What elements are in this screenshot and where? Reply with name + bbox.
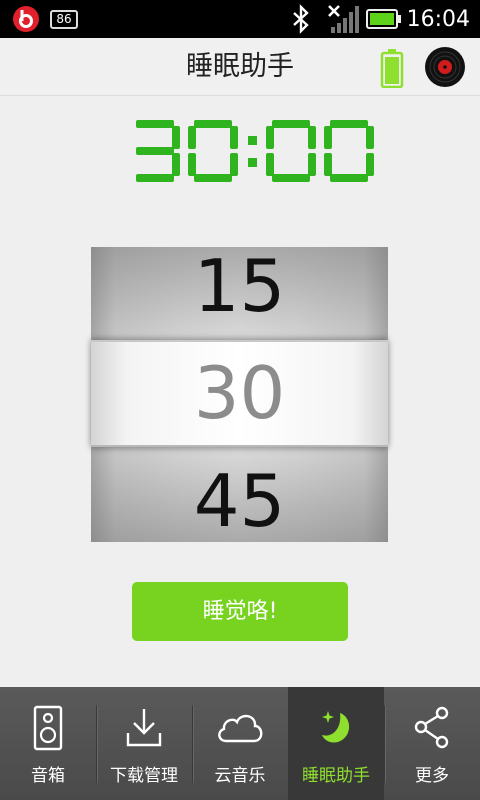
timer-digit-3-segment-c [308, 153, 316, 176]
battery-badge-icon: 86 [50, 0, 78, 38]
timer-digit-4-segment-a [330, 120, 368, 128]
nav-item-more[interactable]: 更多 [384, 687, 480, 800]
timer-colon-dot [248, 158, 257, 167]
picker-option-selected[interactable]: 30 [91, 340, 388, 447]
timer-digit-0-segment-d [136, 174, 174, 182]
share-icon [412, 705, 452, 751]
beats-audio-icon [12, 0, 40, 38]
timer-digit-3-segment-f [266, 126, 274, 149]
battery-badge-value: 86 [50, 9, 78, 29]
timer-digit-0-segment-g [136, 147, 174, 155]
nav-label-speaker: 音箱 [31, 766, 65, 786]
bottom-nav: 音箱 下载管理 云音乐 睡眠助手 更多 [0, 687, 480, 800]
speaker-icon [28, 705, 68, 751]
bluetooth-icon [290, 0, 312, 38]
nav-item-sleep-assistant[interactable]: 睡眠助手 [288, 687, 384, 800]
timer-digit-1-segment-c [230, 153, 238, 176]
cloud-icon [214, 705, 266, 751]
moon-star-icon [316, 705, 356, 751]
countdown-display [128, 118, 388, 184]
timer-digit-3-segment-d [272, 174, 310, 182]
timer-digit-1-segment-b [230, 126, 238, 149]
timer-digit-4-segment-e [324, 153, 332, 176]
timer-digit-1-segment-d [194, 174, 232, 182]
timer-digit-1-segment-f [188, 126, 196, 149]
timer-digit-0-segment-c [172, 153, 180, 176]
battery-icon [366, 0, 402, 38]
signal-icon [326, 0, 360, 38]
nav-item-speaker[interactable]: 音箱 [0, 687, 96, 800]
sleep-assistant-screen: 86 16:04 睡眠助手 15 45 30 睡觉咯! 音箱 下载管理 云音乐 … [0, 0, 480, 800]
title-bar: 睡眠助手 [0, 38, 480, 96]
nav-label-sleep-assistant: 睡眠助手 [302, 766, 370, 786]
timer-digit-0-segment-a [136, 120, 174, 128]
picker-option-next[interactable]: 45 [91, 447, 388, 543]
timer-digit-1-segment-e [188, 153, 196, 176]
nav-label-downloads: 下载管理 [110, 766, 178, 786]
status-bar: 86 16:04 [0, 0, 480, 38]
timer-digit-4-segment-b [366, 126, 374, 149]
timer-colon-dot [248, 136, 257, 145]
page-title: 睡眠助手 [186, 51, 294, 82]
status-clock: 16:04 [406, 6, 470, 32]
picker-option-prev[interactable]: 15 [91, 247, 388, 342]
nav-item-downloads[interactable]: 下载管理 [96, 687, 192, 800]
battery-status-icon [380, 48, 404, 92]
vinyl-record-icon[interactable] [424, 46, 466, 92]
sleep-button[interactable]: 睡觉咯! [132, 582, 348, 641]
timer-digit-4-segment-d [330, 174, 368, 182]
timer-digit-1-segment-a [194, 120, 232, 128]
nav-item-cloud-music[interactable]: 云音乐 [192, 687, 288, 800]
download-icon [124, 705, 164, 751]
timer-digit-4-segment-f [324, 126, 332, 149]
nav-label-cloud-music: 云音乐 [214, 766, 266, 786]
timer-digit-3-segment-e [266, 153, 274, 176]
timer-digit-3-segment-a [272, 120, 310, 128]
timer-digit-4-segment-c [366, 153, 374, 176]
nav-label-more: 更多 [415, 766, 449, 786]
timer-digit-3-segment-b [308, 126, 316, 149]
minutes-picker[interactable]: 15 45 30 [91, 247, 388, 543]
timer-digit-0-segment-b [172, 126, 180, 149]
